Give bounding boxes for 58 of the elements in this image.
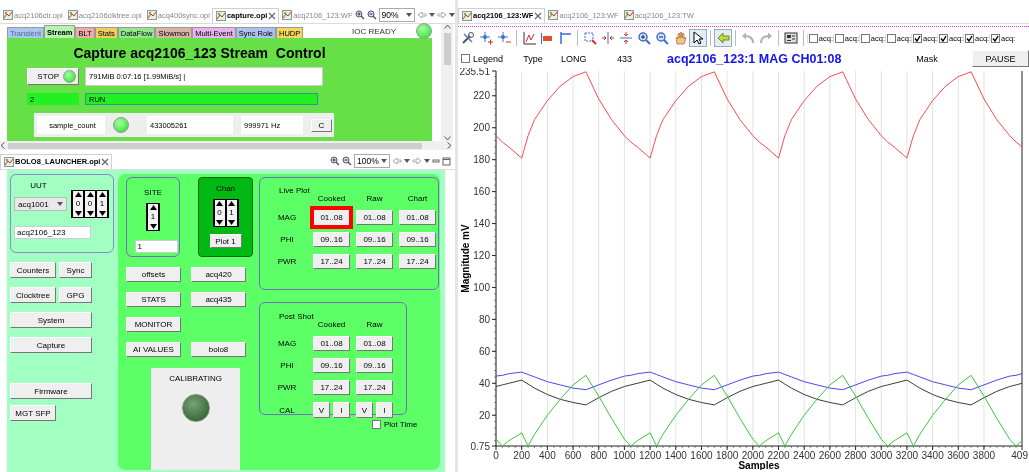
tick-label: 200 bbox=[513, 450, 531, 461]
group-title: Chan bbox=[215, 184, 236, 193]
checkbox-label: Legend bbox=[473, 53, 504, 64]
tick-label: 40 bbox=[478, 377, 490, 389]
group-title: SITE bbox=[144, 188, 162, 197]
row-label: PWR bbox=[277, 383, 297, 392]
column-header: Raw bbox=[366, 194, 383, 203]
plot-title: acq2106_123:1 MAG CH01:08 bbox=[667, 51, 842, 66]
tick-label: 1000 bbox=[613, 450, 636, 461]
checkbox-label: Plot Time bbox=[384, 420, 418, 429]
tick-label: 2800 bbox=[844, 450, 867, 461]
tick-label: 160 bbox=[473, 186, 490, 198]
row-label: CAL bbox=[279, 405, 295, 415]
row-label: MAG bbox=[277, 339, 297, 348]
tick-label: 2000 bbox=[741, 450, 764, 461]
axis-title: Magnitude mV bbox=[460, 224, 471, 293]
tick-label: 200 bbox=[473, 122, 490, 134]
tick-label: 400 bbox=[539, 450, 556, 461]
tick-label: 1400 bbox=[664, 450, 687, 461]
tick-label: 3800 bbox=[972, 450, 996, 461]
tick-label: 1800 bbox=[716, 450, 739, 461]
row-label: PWR bbox=[277, 257, 297, 266]
column-header: Raw bbox=[366, 320, 383, 329]
status-label: CALIBRATING bbox=[169, 374, 222, 383]
tick-label: 600 bbox=[564, 450, 582, 461]
tick-label: 3600 bbox=[947, 450, 970, 461]
tick-label: 2400 bbox=[793, 450, 816, 461]
tick-label: 1600 bbox=[690, 450, 713, 461]
row-label: PHI bbox=[280, 235, 294, 244]
tick-label: 2600 bbox=[818, 450, 841, 461]
column-header: Cooked bbox=[317, 194, 346, 203]
tick-label: 220 bbox=[473, 90, 490, 102]
group-title: UUT bbox=[30, 181, 47, 190]
tick-label: 100 bbox=[473, 281, 490, 293]
status-label: IOC READY bbox=[352, 26, 396, 36]
tick-label: 409 bbox=[1011, 450, 1028, 461]
tick-label: 800 bbox=[590, 450, 608, 461]
group-title: Live Plot bbox=[279, 186, 311, 195]
tick-label: 1200 bbox=[639, 450, 662, 461]
tick-label: 3200 bbox=[895, 450, 919, 461]
tick-label: 180 bbox=[473, 154, 490, 166]
row-label: PHI bbox=[280, 361, 294, 370]
tick-label: 0 bbox=[493, 450, 499, 461]
tick-label: 120 bbox=[473, 250, 490, 261]
tick-label: 0.75 bbox=[470, 440, 490, 452]
tick-label: 60 bbox=[478, 345, 490, 357]
tick-label: 80 bbox=[478, 313, 490, 325]
column-header: Chart bbox=[407, 194, 428, 203]
row-label: MAG bbox=[277, 213, 297, 222]
tick-label: 140 bbox=[473, 218, 490, 230]
column-header: Cooked bbox=[317, 320, 346, 329]
tick-label: 3000 bbox=[870, 450, 893, 461]
tick-label: 235.51 bbox=[459, 68, 490, 77]
panel-title: Capture acq2106_123 Stream Control bbox=[72, 45, 327, 61]
tick-label: 2200 bbox=[767, 450, 790, 461]
tick-label: 3400 bbox=[921, 450, 944, 461]
tick-label: 20 bbox=[478, 409, 490, 421]
group-title: Post Shot bbox=[279, 312, 315, 321]
